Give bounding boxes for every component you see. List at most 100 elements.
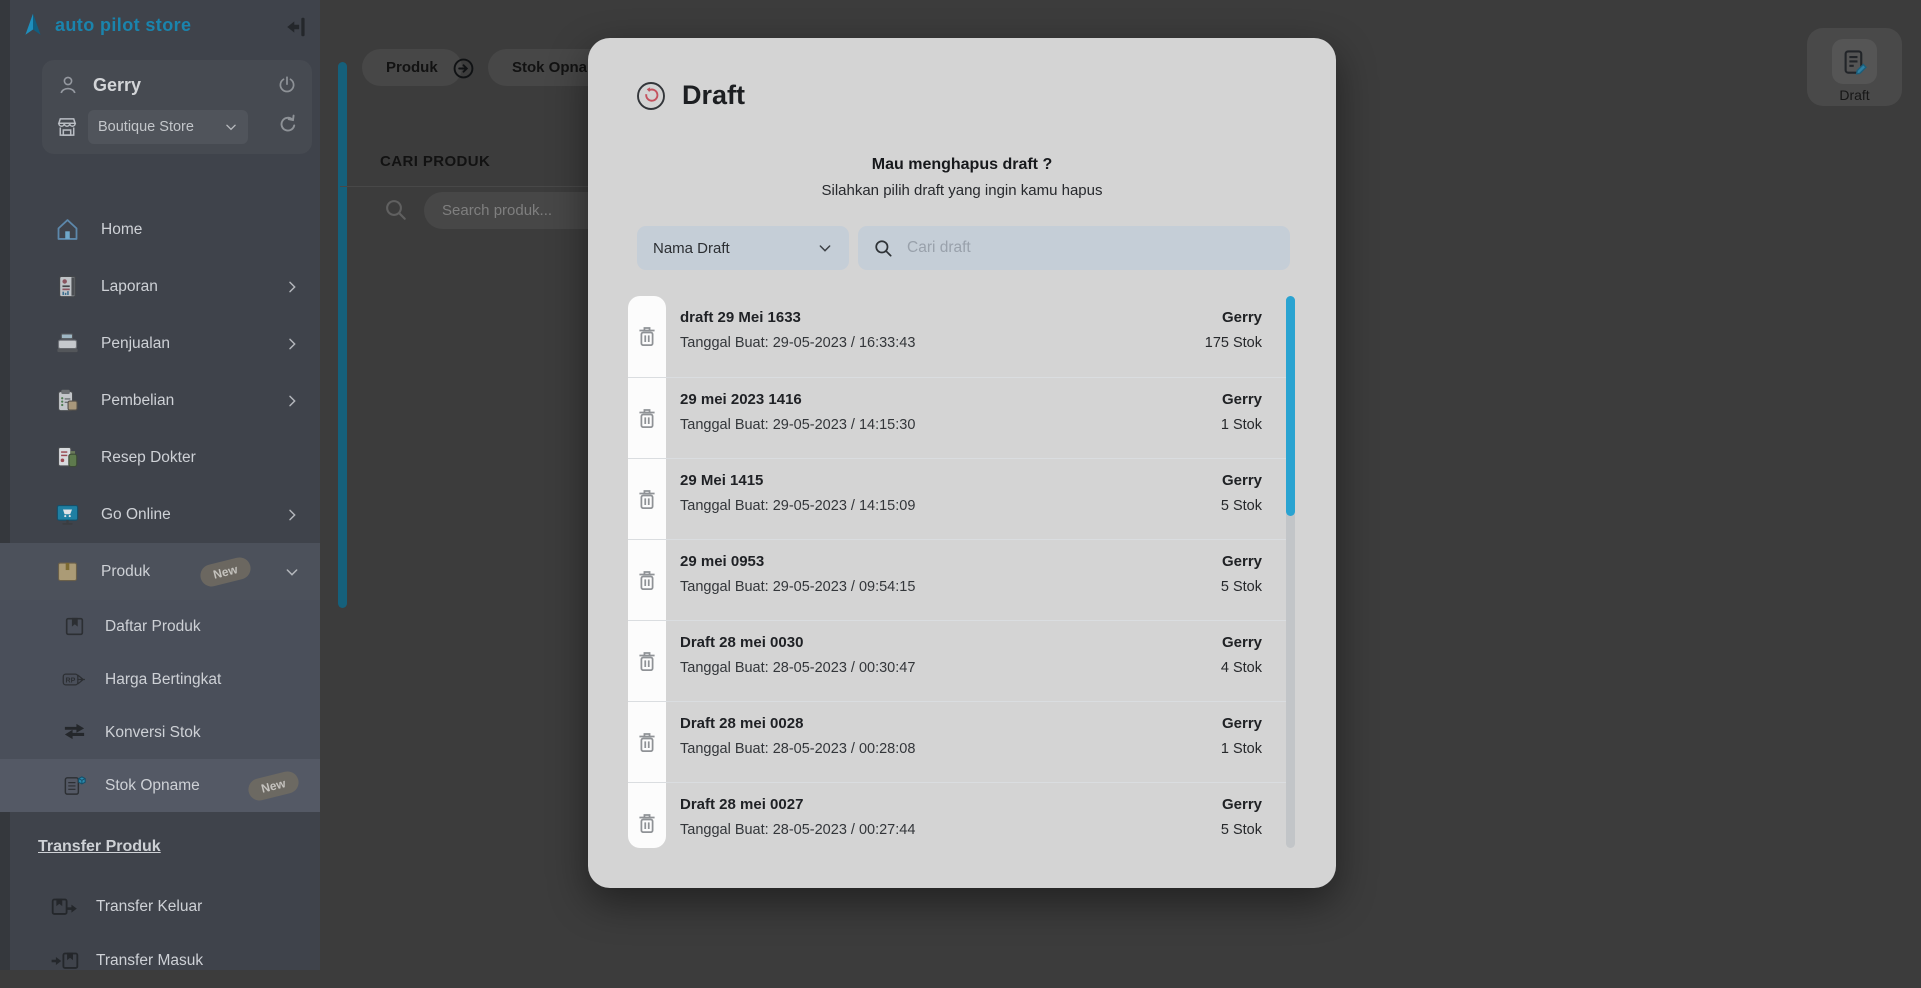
user-name: Gerry bbox=[93, 75, 141, 96]
sidebar: auto pilot store Gerry Boutique Store Ho… bbox=[0, 0, 320, 970]
draft-created-date: Tanggal Buat: 29-05-2023 / 14:15:09 bbox=[680, 498, 915, 514]
back-circle-icon[interactable] bbox=[636, 81, 666, 111]
sidebar-item-transfer-masuk[interactable]: Transfer Masuk bbox=[0, 934, 320, 988]
sidebar-subitem-stok-opname[interactable]: Stok Opname New bbox=[0, 759, 320, 812]
store-select-value: Boutique Store bbox=[98, 119, 194, 135]
transfer-produk-header: Transfer Produk bbox=[38, 838, 161, 856]
trash-icon[interactable] bbox=[633, 728, 661, 756]
trash-icon[interactable] bbox=[633, 322, 661, 350]
collapse-sidebar-icon[interactable] bbox=[284, 14, 310, 40]
draft-user: Gerry bbox=[1222, 634, 1262, 651]
draft-created-date: Tanggal Buat: 29-05-2023 / 09:54:15 bbox=[680, 579, 915, 595]
draft-stock-count: 5 Stok bbox=[1221, 498, 1262, 514]
product-box-icon bbox=[54, 558, 81, 585]
draft-name: Draft 28 mei 0028 bbox=[680, 715, 803, 732]
trash-icon[interactable] bbox=[633, 485, 661, 513]
breadcrumb-produk[interactable]: Produk bbox=[362, 49, 462, 86]
content-scrollbar[interactable] bbox=[338, 62, 347, 608]
modal-header: Draft bbox=[636, 80, 745, 111]
sidebar-submenu-produk: Daftar Produk RP Harga Bertingkat Konver… bbox=[0, 600, 320, 812]
draft-created-date: Tanggal Buat: 29-05-2023 / 16:33:43 bbox=[680, 335, 915, 351]
draft-row-draft-28-mei-0028[interactable]: Draft 28 mei 0028 Tanggal Buat: 28-05-20… bbox=[628, 701, 1288, 782]
user-row: Gerry bbox=[56, 73, 141, 97]
draft-search-input[interactable] bbox=[907, 239, 1276, 257]
trash-icon[interactable] bbox=[633, 566, 661, 594]
draft-shortcut-label: Draft bbox=[1807, 87, 1902, 103]
draft-row-draft-28-mei-0027[interactable]: Draft 28 mei 0027 Tanggal Buat: 28-05-20… bbox=[628, 782, 1288, 848]
draft-shortcut-button[interactable]: Draft bbox=[1807, 28, 1902, 106]
draft-created-date: Tanggal Buat: 28-05-2023 / 00:30:47 bbox=[680, 660, 915, 676]
draft-user: Gerry bbox=[1222, 715, 1262, 732]
purchase-icon bbox=[54, 387, 81, 414]
draft-list-scrollbar[interactable] bbox=[1286, 296, 1295, 848]
user-card: Gerry Boutique Store bbox=[42, 60, 312, 154]
draft-stock-count: 175 Stok bbox=[1205, 335, 1262, 351]
home-icon bbox=[54, 216, 81, 243]
trash-icon[interactable] bbox=[633, 809, 661, 837]
sidebar-transfer-nav: Transfer Keluar Transfer Masuk bbox=[0, 880, 320, 988]
prescription-icon bbox=[54, 444, 81, 471]
new-badge: New bbox=[246, 769, 301, 803]
store-icon bbox=[54, 114, 80, 140]
draft-stock-count: 5 Stok bbox=[1221, 822, 1262, 838]
sidebar-subitem-daftar-produk[interactable]: Daftar Produk bbox=[0, 600, 320, 653]
draft-created-date: Tanggal Buat: 28-05-2023 / 00:27:44 bbox=[680, 822, 915, 838]
paper-plane-icon bbox=[20, 12, 46, 38]
modal-title: Draft bbox=[682, 80, 745, 111]
trash-icon[interactable] bbox=[633, 647, 661, 675]
app-logo-text: auto pilot store bbox=[55, 15, 191, 36]
trash-icon[interactable] bbox=[633, 404, 661, 432]
sidebar-item-produk[interactable]: Produk New bbox=[0, 543, 320, 600]
draft-row-29-mei-1415[interactable]: 29 Mei 1415 Tanggal Buat: 29-05-2023 / 1… bbox=[628, 458, 1288, 539]
draft-user: Gerry bbox=[1222, 391, 1262, 408]
sidebar-item-pembelian[interactable]: Pembelian bbox=[0, 372, 320, 429]
draft-modal: Draft Mau menghapus draft ? Silahkan pil… bbox=[588, 38, 1336, 888]
sidebar-subitem-konversi-stok[interactable]: Konversi Stok bbox=[0, 706, 320, 759]
sidebar-item-resep-dokter[interactable]: Resep Dokter bbox=[0, 429, 320, 486]
sidebar-subitem-harga-bertingkat[interactable]: RP Harga Bertingkat bbox=[0, 653, 320, 706]
store-select[interactable]: Boutique Store bbox=[88, 110, 248, 144]
chevron-right-icon bbox=[284, 279, 300, 295]
draft-stock-count: 5 Stok bbox=[1221, 579, 1262, 595]
stock-conversion-icon bbox=[62, 720, 87, 745]
sidebar-item-laporan[interactable]: Laporan bbox=[0, 258, 320, 315]
draft-row-29-mei-0953[interactable]: 29 mei 0953 Tanggal Buat: 29-05-2023 / 0… bbox=[628, 539, 1288, 620]
refresh-icon[interactable] bbox=[276, 112, 300, 136]
draft-stock-count: 4 Stok bbox=[1221, 660, 1262, 676]
sidebar-item-go-online[interactable]: Go Online bbox=[0, 486, 320, 543]
chevron-down-icon bbox=[224, 120, 238, 134]
draft-row-29-mei-2023-1416[interactable]: 29 mei 2023 1416 Tanggal Buat: 29-05-202… bbox=[628, 377, 1288, 458]
sidebar-item-home[interactable]: Home bbox=[0, 201, 320, 258]
sidebar-item-transfer-keluar[interactable]: Transfer Keluar bbox=[0, 880, 320, 934]
draft-stock-count: 1 Stok bbox=[1221, 741, 1262, 757]
new-badge: New bbox=[198, 555, 253, 589]
draft-document-icon bbox=[1832, 39, 1877, 84]
draft-name: 29 mei 2023 1416 bbox=[680, 391, 802, 408]
user-icon bbox=[56, 73, 80, 97]
draft-name-filter-select[interactable]: Nama Draft bbox=[637, 226, 849, 270]
stock-opname-icon bbox=[62, 773, 87, 798]
price-tag-icon: RP bbox=[62, 667, 87, 692]
draft-created-date: Tanggal Buat: 29-05-2023 / 14:15:30 bbox=[680, 417, 915, 433]
transfer-in-icon bbox=[50, 948, 80, 974]
store-row: Boutique Store bbox=[54, 110, 248, 144]
draft-row-draft-28-mei-0030[interactable]: Draft 28 mei 0030 Tanggal Buat: 28-05-20… bbox=[628, 620, 1288, 701]
filter-value: Nama Draft bbox=[653, 240, 730, 257]
transfer-out-icon bbox=[50, 894, 80, 920]
chevron-down-icon bbox=[284, 564, 300, 580]
chevron-down-icon bbox=[817, 240, 833, 256]
power-icon[interactable] bbox=[276, 74, 298, 96]
draft-search-box bbox=[858, 226, 1290, 270]
draft-user: Gerry bbox=[1222, 309, 1262, 326]
draft-user: Gerry bbox=[1222, 553, 1262, 570]
scrollbar-thumb[interactable] bbox=[1286, 296, 1295, 516]
chevron-right-icon bbox=[284, 393, 300, 409]
cari-produk-label: CARI PRODUK bbox=[380, 153, 490, 170]
sidebar-item-penjualan[interactable]: Penjualan bbox=[0, 315, 320, 372]
draft-name: Draft 28 mei 0027 bbox=[680, 796, 803, 813]
draft-row-draft-29-mei-1633[interactable]: draft 29 Mei 1633 Tanggal Buat: 29-05-20… bbox=[628, 296, 1288, 377]
draft-name: 29 mei 0953 bbox=[680, 553, 764, 570]
draft-name: draft 29 Mei 1633 bbox=[680, 309, 801, 326]
draft-user: Gerry bbox=[1222, 472, 1262, 489]
go-online-icon bbox=[54, 501, 81, 528]
